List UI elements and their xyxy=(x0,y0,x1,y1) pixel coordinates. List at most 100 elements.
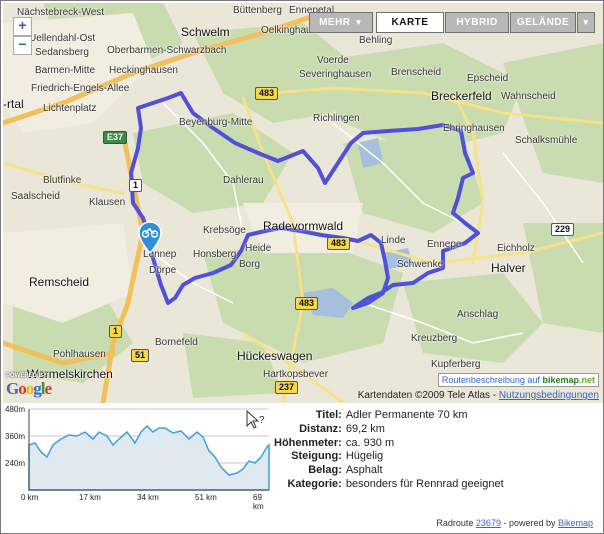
place-label: Lichtenplatz xyxy=(43,103,97,114)
google-logo[interactable]: POWERED BY Google xyxy=(6,373,52,399)
svg-text:?: ? xyxy=(259,415,265,426)
map-type-hybrid-label: HYBRID xyxy=(456,17,498,28)
info-key: Kategorie: xyxy=(287,477,342,490)
place-label: Heckinghausen xyxy=(109,65,178,76)
profile-x-label: 34 km xyxy=(137,493,159,502)
map-type-terrain-button[interactable]: GELÄNDE xyxy=(510,12,576,33)
info-value: ca. 930 m xyxy=(345,436,395,449)
info-key: Höhenmeter: xyxy=(274,436,342,449)
footer: Radroute 23679 - powered by Bikemap xyxy=(436,518,593,528)
profile-x-label: 0 km xyxy=(21,493,39,502)
road-shield: 483 xyxy=(295,297,319,310)
info-value: Asphalt xyxy=(345,464,383,477)
road-shield: 229 xyxy=(551,223,575,236)
bikemap-description-link[interactable]: Routenbeschreibung auf bikemap.net xyxy=(437,373,599,387)
info-row: Titel: Adler Permanente 70 km xyxy=(272,409,506,423)
map-type-karte-button[interactable]: KARTE xyxy=(376,12,444,33)
info-row: Belag: Asphalt xyxy=(272,464,506,478)
place-label: Voerde xyxy=(317,55,349,66)
info-key: Titel: xyxy=(315,409,342,421)
place-label: Blutfinke xyxy=(43,175,82,186)
road-shield: 237 xyxy=(275,381,299,394)
map-type-hybrid-button[interactable]: HYBRID xyxy=(445,12,509,33)
chevron-down-icon: ▼ xyxy=(581,18,591,27)
place-label: Heide xyxy=(245,243,272,254)
map-view[interactable]: Büttenberg Nächstebreck-West Ennepetal U… xyxy=(3,3,603,403)
place-label: Radevormwald xyxy=(263,219,344,233)
route-info-table: Titel: Adler Permanente 70 km Distanz: 69,… xyxy=(272,409,506,492)
place-label: Hückeswagen xyxy=(237,349,313,363)
place-label: Schwenke xyxy=(397,259,444,270)
terms-of-use-link[interactable]: Nutzungsbedingungen xyxy=(499,390,599,401)
google-wordmark: Google xyxy=(6,379,52,398)
profile-y-label: 360m xyxy=(5,432,26,441)
profile-x-label: 51 km xyxy=(195,493,217,502)
place-label: Kreuzberg xyxy=(411,333,458,344)
place-label: Breckerfeld xyxy=(431,89,492,103)
info-row: Distanz: 69,2 km xyxy=(272,423,506,437)
place-label: Schalksmühle xyxy=(515,135,578,146)
map-type-terrain-dropdown[interactable]: ▼ xyxy=(577,12,595,33)
info-key: Steigung: xyxy=(291,450,342,463)
info-value: 69,2 km xyxy=(345,422,385,435)
place-label: Sedansberg xyxy=(35,47,89,58)
place-label: Anschlag xyxy=(457,309,499,320)
profile-x-label: 69 km xyxy=(253,493,264,511)
place-label: Barmen-Mitte xyxy=(35,65,96,76)
info-row: Höhenmeter: ca. 930 m xyxy=(272,437,506,451)
profile-y-label: 240m xyxy=(5,459,26,468)
bikemap-link-text: Routenbeschreibung auf xyxy=(441,375,540,385)
place-label: Ehringhausen xyxy=(443,123,505,134)
place-label: -rtal xyxy=(3,97,24,111)
map-type-more-button[interactable]: MEHR ▼ xyxy=(309,12,373,33)
route-id-link[interactable]: 23679 xyxy=(476,518,501,528)
place-label: Linde xyxy=(381,235,406,246)
place-label: Saalscheid xyxy=(11,191,60,202)
zoom-in-button[interactable]: + xyxy=(13,17,32,36)
place-label: Richlingen xyxy=(313,113,360,124)
bikemap-brand-suffix: .net xyxy=(578,375,595,385)
place-label: Pohlhausen xyxy=(53,349,106,360)
road-shield: 483 xyxy=(327,237,351,250)
info-value: Hügelig xyxy=(345,450,384,463)
cursor-icon: ? xyxy=(246,409,265,429)
place-label: Krebsöge xyxy=(203,225,246,236)
route-info: Titel: Adler Permanente 70 km Distanz: 69,… xyxy=(272,409,506,492)
place-label: Schwelm xyxy=(181,25,230,39)
bike-marker-icon[interactable] xyxy=(137,221,163,255)
place-label: Beyenburg-Mitte xyxy=(179,117,253,128)
info-key: Belag: xyxy=(308,464,342,477)
place-label: Kupferberg xyxy=(431,359,481,370)
road-shield: 1 xyxy=(109,325,123,338)
elevation-profile[interactable]: ? 480m 360m 240m 0 km 17 km 34 km 51 km … xyxy=(3,405,273,511)
route-widget: Büttenberg Nächstebreck-West Ennepetal U… xyxy=(0,0,604,534)
place-label: Hartkopsbever xyxy=(263,369,329,380)
footer-text: Radroute xyxy=(436,518,474,528)
zoom-out-button[interactable]: − xyxy=(13,36,32,55)
place-label: Severinghausen xyxy=(299,69,372,80)
place-label: Honsberg xyxy=(193,249,237,260)
place-label: Büttenberg xyxy=(233,5,282,16)
place-label: Bornefeld xyxy=(155,337,198,348)
profile-x-label: 17 km xyxy=(79,493,101,502)
map-type-more-label: MEHR xyxy=(319,17,351,28)
place-label: Epscheid xyxy=(467,73,509,84)
place-label: Borg xyxy=(239,259,261,270)
place-label: Klausen xyxy=(89,197,126,208)
bikemap-brand: bikemap xyxy=(542,375,579,385)
place-label: Brenscheid xyxy=(391,67,442,78)
map-type-terrain-label: GELÄNDE xyxy=(516,17,570,28)
attribution-text: Kartendaten ©2009 Tele Atlas - xyxy=(357,390,497,401)
info-row: Steigung: Hügelig xyxy=(272,450,506,464)
place-label: Uellendahl-Ost xyxy=(29,33,96,44)
place-label: Ennepe xyxy=(427,239,462,250)
place-label: Halver xyxy=(491,261,526,275)
place-label: Behling xyxy=(359,35,393,46)
road-shield: 51 xyxy=(131,349,150,362)
road-shield: E37 xyxy=(103,131,128,144)
place-label: Remscheid xyxy=(29,275,90,289)
info-value: Adler Permanente 70 km xyxy=(345,409,468,421)
bikemap-footer-link[interactable]: Bikemap xyxy=(558,518,593,528)
chevron-down-icon: ▼ xyxy=(354,18,363,27)
place-label: Wahnscheid xyxy=(501,91,556,102)
